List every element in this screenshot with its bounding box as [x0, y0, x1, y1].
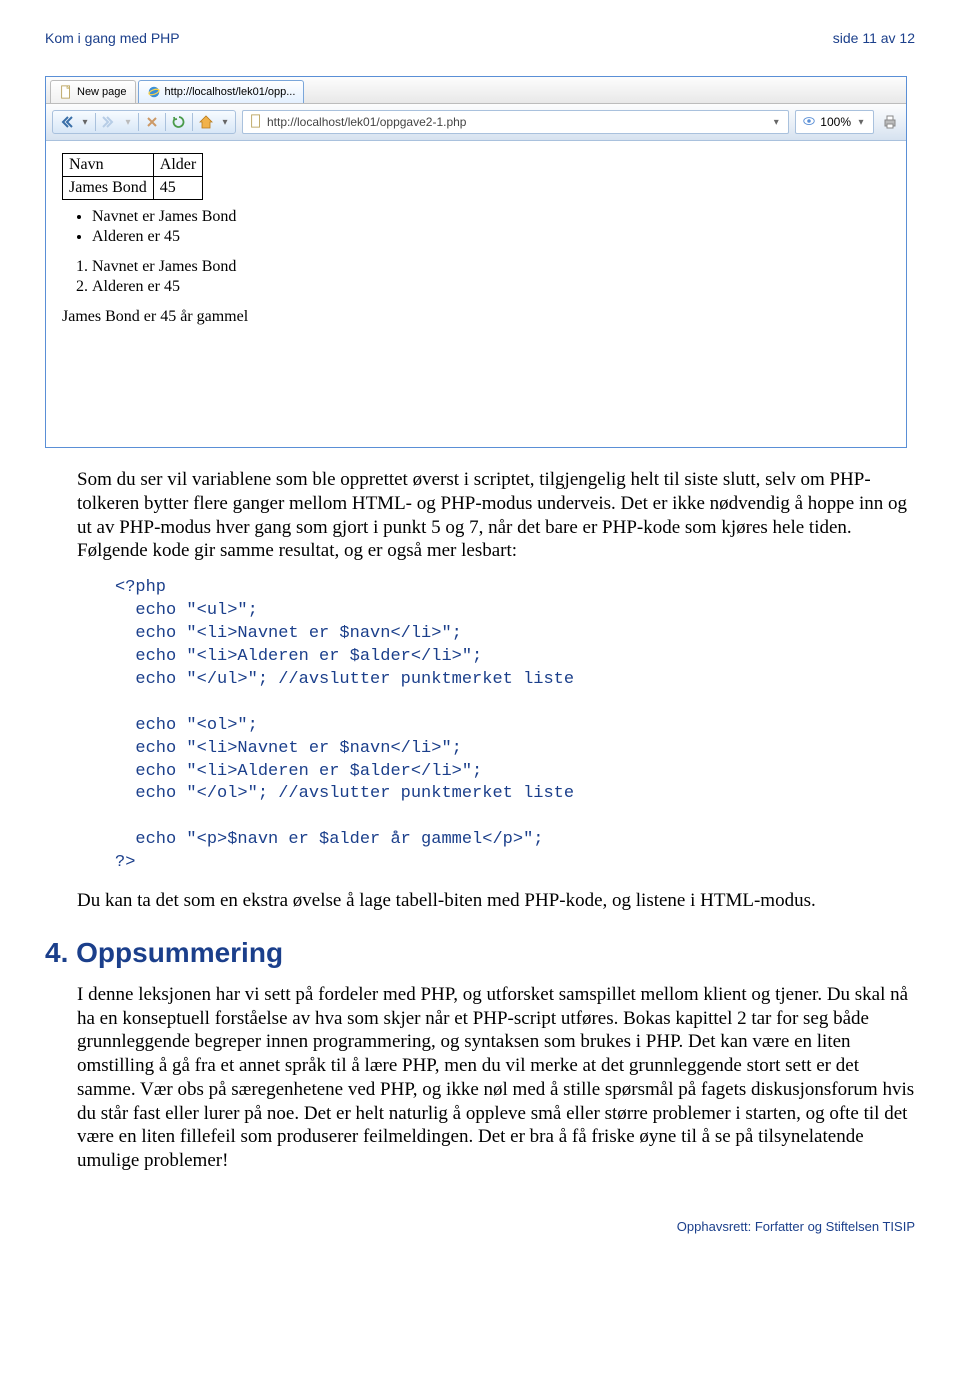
output-ol: Navnet er James Bond Alderen er 45 [92, 258, 890, 296]
refresh-button[interactable] [170, 113, 188, 131]
list-item: Navnet er James Bond [92, 208, 890, 226]
table-header: Navn [63, 154, 154, 177]
separator [138, 113, 139, 131]
paragraph-3: I denne leksjonen har vi sett på fordele… [77, 983, 915, 1173]
separator [165, 113, 166, 131]
output-ul: Navnet er James Bond Alderen er 45 [92, 208, 890, 246]
separator [95, 113, 96, 131]
home-button[interactable] [197, 113, 215, 131]
output-table: Navn Alder James Bond 45 [62, 153, 203, 200]
back-dropdown[interactable]: ▾ [79, 117, 91, 128]
tab-strip: New page http://localhost/lek01/opp... [46, 77, 906, 104]
list-item: Alderen er 45 [92, 278, 890, 296]
table-cell: 45 [153, 177, 202, 200]
eye-icon [802, 114, 816, 131]
tab-label: http://localhost/lek01/opp... [165, 86, 296, 98]
table-header: Alder [153, 154, 202, 177]
address-dropdown[interactable]: ▾ [770, 117, 782, 128]
browser-toolbar: ▾ ▾ ▾ [46, 104, 906, 141]
page-icon [59, 85, 73, 99]
tab-label: New page [77, 86, 127, 98]
browser-screenshot: New page http://localhost/lek01/opp... ▾ [45, 76, 907, 448]
paragraph-2: Du kan ta det som en ekstra øvelse å lag… [77, 889, 915, 913]
page-content: Navn Alder James Bond 45 Navnet er James… [46, 141, 906, 344]
page-footer: Opphavsrett: Forfatter og Stiftelsen TIS… [45, 1219, 915, 1234]
list-item: Navnet er James Bond [92, 258, 890, 276]
tab-localhost[interactable]: http://localhost/lek01/opp... [138, 80, 305, 103]
back-button[interactable] [57, 113, 75, 131]
zoom-value: 100% [820, 115, 851, 129]
print-button[interactable] [880, 112, 900, 132]
forward-button[interactable] [100, 113, 118, 131]
page-icon [249, 114, 263, 131]
zoom-control[interactable]: 100% ▾ [795, 110, 874, 134]
output-paragraph: James Bond er 45 år gammel [62, 308, 890, 326]
header-right: side 11 av 12 [833, 30, 915, 46]
stop-button[interactable] [143, 113, 161, 131]
table-cell: James Bond [63, 177, 154, 200]
list-item: Alderen er 45 [92, 228, 890, 246]
tab-new-page[interactable]: New page [50, 80, 136, 103]
separator [192, 113, 193, 131]
address-bar[interactable]: http://localhost/lek01/oppgave2-1.php ▾ [242, 110, 789, 134]
page-header: Kom i gang med PHP side 11 av 12 [45, 30, 915, 46]
paragraph-1: Som du ser vil variablene som ble oppret… [77, 468, 915, 563]
nav-buttons: ▾ ▾ ▾ [52, 110, 236, 134]
section-heading: 4. Oppsummering [45, 937, 915, 969]
home-dropdown[interactable]: ▾ [219, 117, 231, 128]
code-block: <?php echo "<ul>"; echo "<li>Navnet er $… [115, 577, 915, 875]
address-text: http://localhost/lek01/oppgave2-1.php [267, 115, 766, 129]
zoom-dropdown[interactable]: ▾ [855, 117, 867, 128]
ie-icon [147, 85, 161, 99]
header-left: Kom i gang med PHP [45, 30, 180, 46]
table-row: James Bond 45 [63, 177, 203, 200]
forward-dropdown[interactable]: ▾ [122, 117, 134, 128]
